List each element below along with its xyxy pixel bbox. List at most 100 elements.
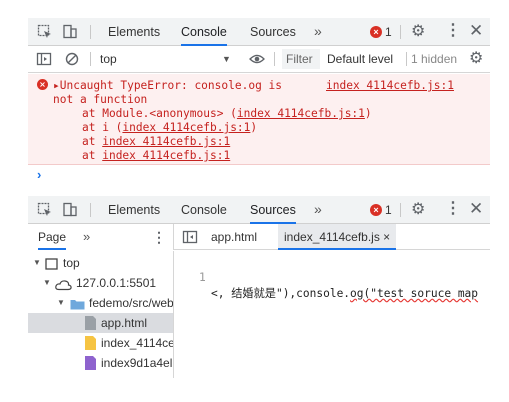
console-filter-bar: top ▼ Filter Default level 1 hidden ⚙ <box>28 46 490 73</box>
hidden-count: 1 hidden <box>411 52 458 66</box>
error-icon[interactable]: × <box>370 26 382 38</box>
toggle-navigator-icon[interactable] <box>182 229 198 245</box>
navigator-header: Page » ⋮ <box>28 224 174 250</box>
stack-frame-link[interactable]: index 4114cefb.js:1 <box>237 107 365 120</box>
editor-tab-app-html[interactable]: app.html <box>211 224 257 250</box>
stack-frame: at index 4114cefb.js:1 <box>82 135 230 149</box>
tree-item-label: app.html <box>101 316 148 330</box>
code-editor[interactable]: 1 <, 结婚就是"),console.og("test soruce map <box>175 251 490 378</box>
tree-item-folder[interactable]: ▼ fedemo/src/web <box>28 293 174 313</box>
stack-frame-prefix: at Module.<anonymous> ( <box>82 107 237 120</box>
caret-down-icon: ▼ <box>43 278 51 287</box>
tree-item-file[interactable]: app.html <box>28 313 173 333</box>
tree-item-host[interactable]: ▼ 127.0.0.1:5501 <box>28 273 173 293</box>
chevron-down-icon: ▼ <box>222 54 231 64</box>
tab-console[interactable]: Console <box>181 18 227 46</box>
more-tabs-button[interactable]: » <box>314 18 322 46</box>
tree-item-file[interactable]: index_4114ce <box>28 333 174 353</box>
js-file-icon <box>85 336 96 350</box>
error-icon[interactable]: × <box>370 204 382 216</box>
context-select-value: top <box>100 52 117 66</box>
caret-down-icon: ▼ <box>33 258 41 267</box>
tree-item-label: 127.0.0.1:5501 <box>76 276 157 290</box>
stack-frame-link[interactable]: index 4114cefb.js:1 <box>102 149 230 162</box>
editor-tab-index-js[interactable]: index_4114cefb.js × <box>278 224 397 250</box>
toolbar-divider <box>90 203 91 217</box>
stack-frame: at Module.<anonymous> (index 4114cefb.js… <box>82 107 372 121</box>
tab-sources[interactable]: Sources <box>250 18 296 46</box>
tab-page[interactable]: Page <box>38 224 67 250</box>
error-text: not a function <box>53 93 148 106</box>
toolbar-divider <box>90 25 91 39</box>
tab-elements[interactable]: Elements <box>108 18 160 46</box>
gear-icon[interactable]: ⚙ <box>411 201 425 219</box>
line-number: 1 <box>199 271 206 284</box>
code-prefix: <, 结婚就是"),console. <box>211 287 351 300</box>
toolbar-divider <box>274 52 275 66</box>
eye-icon[interactable] <box>249 51 265 67</box>
kebab-menu-icon[interactable]: ⋮ <box>445 22 461 40</box>
html-file-icon <box>85 316 96 330</box>
devtools-sources-panel: Elements Console Sources » × 1 ⚙ ⋮ ✕ Pag… <box>28 196 490 378</box>
tab-elements[interactable]: Elements <box>108 196 160 224</box>
devtools-tabbar: Elements Console Sources » × 1 ⚙ ⋮ ✕ <box>28 18 490 46</box>
inspect-element-icon[interactable] <box>37 202 53 218</box>
stack-frame-link[interactable]: index 4114cefb.js:1 <box>122 121 250 134</box>
console-prompt[interactable]: › <box>37 168 41 182</box>
stack-frame-prefix: at <box>82 135 103 148</box>
frame-icon <box>45 258 58 270</box>
tab-sources[interactable]: Sources <box>250 196 296 224</box>
inspect-element-icon[interactable] <box>37 24 53 40</box>
filter-input[interactable]: Filter <box>282 49 320 69</box>
sources-nav-row: Page » ⋮ app.html index_4114cefb.js × <box>28 224 490 250</box>
toolbar-divider <box>406 52 407 66</box>
error-source-link[interactable]: index 4114cefb.js:1 <box>326 79 454 93</box>
css-file-icon <box>85 356 96 370</box>
more-tabs-button[interactable]: » <box>314 196 322 224</box>
log-level-select[interactable]: Default level <box>327 46 393 73</box>
tab-console[interactable]: Console <box>181 196 227 224</box>
device-toolbar-icon[interactable] <box>62 202 78 218</box>
code-line: 1 <, 结婚就是"),console.og("test soruce map <box>175 254 478 300</box>
console-error-message: × ▸Uncaught TypeError: console.og is ind… <box>28 74 490 165</box>
tree-item-label: top <box>63 256 80 270</box>
kebab-menu-icon[interactable]: ⋮ <box>445 200 461 218</box>
context-select[interactable]: top ▼ <box>100 46 240 73</box>
device-toolbar-icon[interactable] <box>62 24 78 40</box>
code-error-token: og("test soruce map <box>350 287 479 300</box>
stack-frame: at index 4114cefb.js:1 <box>82 149 230 163</box>
error-count[interactable]: 1 <box>385 18 392 46</box>
gear-icon[interactable]: ⚙ <box>411 23 425 41</box>
error-count[interactable]: 1 <box>385 196 392 224</box>
devtools-console-panel: Elements Console Sources » × 1 ⚙ ⋮ ✕ top… <box>28 18 490 186</box>
tree-item-top[interactable]: ▼ top <box>28 253 173 273</box>
tree-item-label: fedemo/src/web <box>89 296 174 310</box>
stack-frame-prefix: at <box>82 149 103 162</box>
toolbar-divider <box>90 52 91 66</box>
tree-item-label: index9d1a4el <box>101 356 173 370</box>
cloud-icon <box>55 280 72 291</box>
stack-frame-prefix: at i ( <box>82 121 123 134</box>
file-tree: ▼ top ▼ 127.0.0.1:5501 ▼ fedemo/src/web … <box>28 251 174 378</box>
folder-icon <box>70 300 85 310</box>
error-text[interactable]: ▸Uncaught TypeError: console.og is <box>53 79 282 93</box>
sidebar-toggle-icon[interactable] <box>36 51 52 67</box>
kebab-menu-icon[interactable]: ⋮ <box>152 224 166 250</box>
error-icon: × <box>37 79 48 90</box>
navigator-more-button[interactable]: » <box>83 224 90 250</box>
tree-item-file[interactable]: index9d1a4el <box>28 353 173 373</box>
stack-frame-link[interactable]: index 4114cefb.js:1 <box>102 135 230 148</box>
code-text: <, 结婚就是"),console.og("test soruce map <box>211 286 478 302</box>
tree-item-label: index_4114ce <box>101 336 174 350</box>
stack-frame-suffix: ) <box>250 121 258 134</box>
close-icon[interactable]: ✕ <box>469 21 483 41</box>
caret-down-icon: ▼ <box>57 298 65 307</box>
toolbar-divider <box>400 25 401 39</box>
close-icon[interactable]: ✕ <box>469 199 483 219</box>
stack-frame-suffix: ) <box>364 107 372 120</box>
clear-console-icon[interactable] <box>64 51 80 67</box>
toolbar-divider <box>400 203 401 217</box>
gear-icon[interactable]: ⚙ <box>469 50 483 68</box>
devtools-tabbar: Elements Console Sources » × 1 ⚙ ⋮ ✕ <box>28 196 490 224</box>
stack-frame: at i (index 4114cefb.js:1) <box>82 121 257 135</box>
